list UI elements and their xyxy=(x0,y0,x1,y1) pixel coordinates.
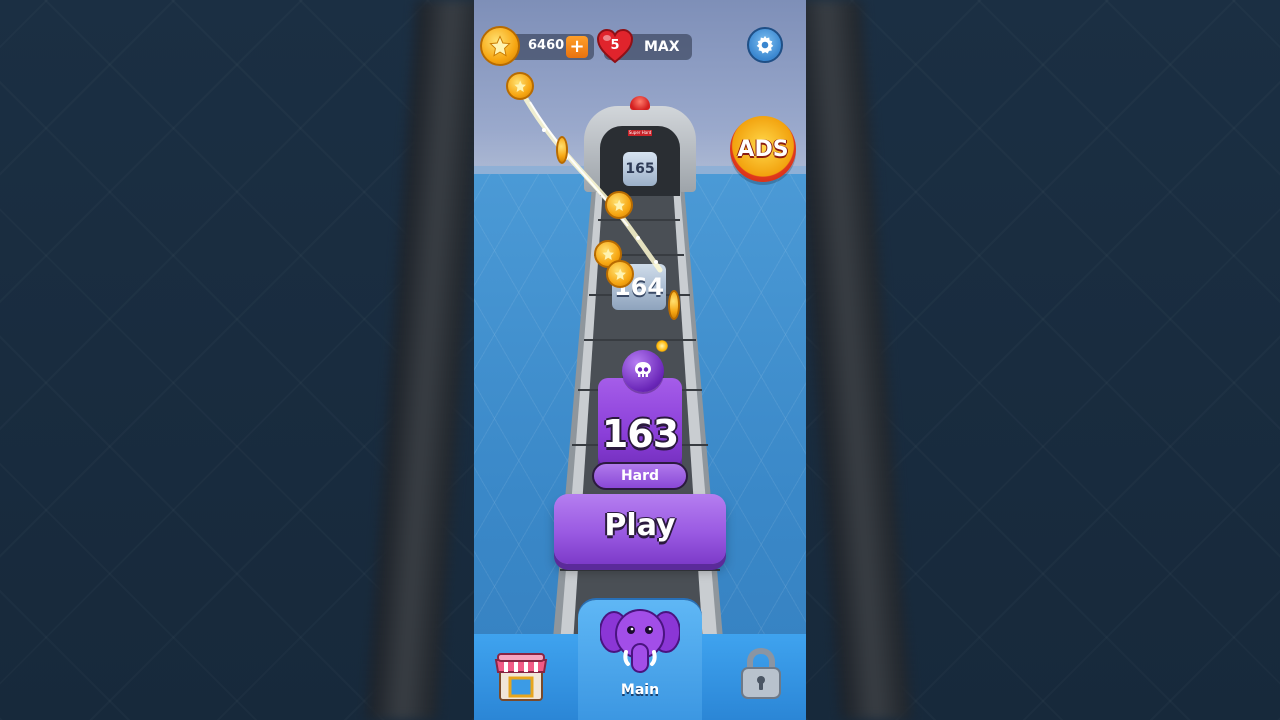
flying-coin-icon xyxy=(606,260,634,288)
shop-icon xyxy=(494,653,548,701)
gate-sign: Super Hard xyxy=(628,130,652,136)
tab-shop[interactable] xyxy=(474,634,578,720)
game-screen: Super Hard 165 164 163 Hard Play 6460 + … xyxy=(474,0,806,720)
level-block-165: 165 xyxy=(623,152,657,186)
current-level-number: 163 xyxy=(601,412,679,456)
settings-button[interactable] xyxy=(747,27,783,63)
play-button[interactable]: Play xyxy=(554,494,726,564)
gear-icon xyxy=(756,35,774,54)
siren-light-icon xyxy=(630,96,650,110)
difficulty-badge: Hard xyxy=(592,462,688,490)
coin-count: 6460 xyxy=(528,38,565,53)
fuse-spark-icon xyxy=(656,340,668,352)
lock-icon xyxy=(741,647,781,699)
lives-status: MAX xyxy=(644,39,680,55)
skull-bomb-icon xyxy=(622,350,664,392)
tab-locked[interactable] xyxy=(702,634,806,720)
coin-icon xyxy=(480,26,520,66)
ads-label: ADS xyxy=(737,136,789,162)
flying-coin-icon xyxy=(668,290,680,320)
flying-coin-icon xyxy=(556,136,568,164)
flying-coin-icon xyxy=(506,72,534,100)
blurred-backdrop-right xyxy=(806,0,1280,720)
elephant-icon xyxy=(600,609,680,673)
tab-main-label: Main xyxy=(620,682,660,698)
blurred-backdrop-left xyxy=(0,0,474,720)
tab-main[interactable]: Main xyxy=(578,600,702,720)
flying-coin-icon xyxy=(605,191,633,219)
add-coins-button[interactable]: + xyxy=(566,36,588,58)
lives-count: 5 xyxy=(610,38,620,53)
ads-button[interactable]: ADS xyxy=(730,116,796,182)
